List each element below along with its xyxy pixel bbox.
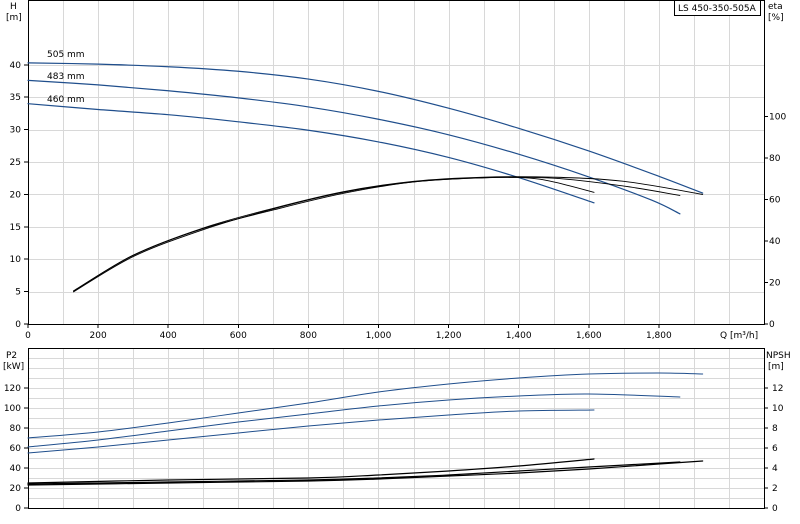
- top-grid: [28, 0, 764, 324]
- eta-axis-unit: [%]: [768, 13, 784, 23]
- npsh-tick-label: 4: [772, 464, 778, 474]
- npsh-tick-label: 6: [772, 444, 778, 454]
- power-tick-label: 0: [15, 504, 21, 514]
- head-curve-2: [27, 79, 681, 215]
- head-tick-label: 15: [10, 223, 21, 233]
- head-tick-label: 40: [10, 61, 22, 71]
- power-tick-label: 80: [10, 424, 22, 434]
- head-tick-label: 20: [10, 190, 22, 200]
- power-tick-label: 60: [10, 444, 22, 454]
- eta-tick-label: 20: [769, 279, 781, 289]
- power-tick-label: 120: [4, 384, 21, 394]
- head-axis-unit: [m]: [6, 13, 22, 23]
- npsh-tick-label: 10: [772, 404, 784, 414]
- eta-tick-label: 0: [769, 320, 775, 330]
- head-tick-label: 0: [15, 320, 21, 330]
- head-tick-label: 30: [10, 126, 22, 136]
- head-tick-label: 25: [10, 158, 21, 168]
- eta-tick-label: 80: [769, 154, 781, 164]
- eta-axis-label: eta: [768, 2, 783, 12]
- head-axis-label: H: [10, 2, 17, 12]
- series-label-483mm: 483 mm: [47, 72, 85, 82]
- model-label: LS 450-350-505A: [678, 4, 757, 14]
- npsh-axis-label: NPSH: [766, 351, 791, 361]
- x-tick-label: 400: [160, 331, 177, 341]
- series-label-505mm: 505 mm: [47, 50, 85, 60]
- head-curve-3: [27, 103, 595, 204]
- power-curve-3: [27, 409, 595, 454]
- power-tick-label: 40: [10, 464, 22, 474]
- x-tick-label: 600: [230, 331, 247, 341]
- eta-tick-label: 100: [769, 113, 786, 123]
- x-tick-label: 200: [90, 331, 107, 341]
- efficiency-curve-3: [73, 176, 704, 292]
- x-tick-label: 1,400: [506, 331, 532, 341]
- power-axis-unit: [kW]: [3, 362, 24, 372]
- npsh-tick-label: 0: [772, 504, 778, 514]
- head-curve-1: [27, 62, 704, 194]
- x-tick-label: 800: [300, 331, 317, 341]
- pump-performance-chart: 0 200 400 600 800 1,000 1,200 1,400 1,600 1,800 0 5…: [0, 0, 800, 520]
- power-tick-label: 100: [4, 404, 21, 414]
- x-tick-label: 0: [25, 331, 31, 341]
- npsh-tick-label: 8: [772, 424, 778, 434]
- head-tick-label: 35: [10, 93, 21, 103]
- eta-tick-label: 60: [769, 196, 781, 206]
- npsh-axis-unit: [m]: [768, 362, 784, 372]
- x-tick-label: 1,200: [436, 331, 462, 341]
- chart-svg: 0 200 400 600 800 1,000 1,200 1,400 1,600 1,80005…: [3, 0, 791, 514]
- x-tick-label: 1,800: [646, 331, 672, 341]
- npsh-curve-3: [27, 460, 704, 486]
- power-curve-2: [27, 393, 681, 448]
- eta-tick-label: 40: [769, 237, 781, 247]
- power-axis-label: P2: [6, 351, 17, 361]
- flow-axis-label: Q [m³/h]: [720, 331, 758, 341]
- head-tick-label: 5: [15, 288, 21, 298]
- power-tick-label: 20: [10, 484, 22, 494]
- series-label-460mm: 460 mm: [47, 95, 85, 105]
- top-axis-ticks: 0 200 400 600 800 1,000 1,200 1,400 1,600 1,80005…: [10, 61, 787, 341]
- npsh-tick-label: 12: [772, 384, 783, 394]
- x-tick-label: 1,600: [576, 331, 602, 341]
- npsh-tick-label: 2: [772, 484, 778, 494]
- head-tick-label: 10: [10, 255, 22, 265]
- x-tick-label: 1,000: [366, 331, 392, 341]
